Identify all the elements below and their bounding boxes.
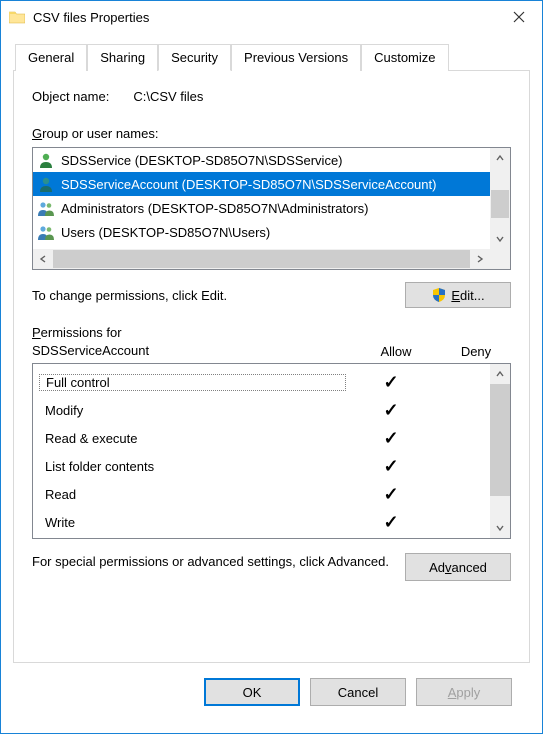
user-icon [37, 151, 55, 169]
permission-name: Write [39, 515, 346, 530]
apply-button: Apply [416, 678, 512, 706]
group-icon [37, 199, 55, 217]
cancel-button[interactable]: Cancel [310, 678, 406, 706]
permission-name: List folder contents [39, 459, 346, 474]
scroll-up-icon[interactable] [490, 364, 510, 384]
scroll-down-icon[interactable] [490, 229, 510, 249]
dialog-body: General Sharing Security Previous Versio… [1, 33, 542, 733]
scroll-up-icon[interactable] [490, 148, 510, 168]
permissions-listbox[interactable]: Full control ✓ Modify ✓ Read & execute ✓ [32, 363, 511, 539]
ok-button[interactable]: OK [204, 678, 300, 706]
tab-security[interactable]: Security [158, 44, 231, 71]
scroll-down-icon[interactable] [490, 518, 510, 538]
user-item-users[interactable]: Users (DESKTOP-SD85O7N\Users) [33, 220, 490, 244]
object-name-label: Object name: [32, 89, 109, 104]
permissions-header: Permissions for SDSServiceAccount Allow … [32, 324, 511, 359]
window-title: CSV files Properties [33, 10, 496, 25]
permission-row-read[interactable]: Read ✓ [39, 480, 484, 508]
allow-checkmark-icon: ✓ [346, 484, 436, 505]
permissions-for-label: Permissions for SDSServiceAccount [32, 324, 351, 359]
user-item-administrators[interactable]: Administrators (DESKTOP-SD85O7N\Administ… [33, 196, 490, 220]
edit-button[interactable]: Edit... [405, 282, 511, 308]
tab-customize[interactable]: Customize [361, 44, 448, 71]
users-vertical-scrollbar[interactable] [490, 148, 510, 249]
advanced-button[interactable]: Advanced [405, 553, 511, 581]
permission-name: Read & execute [39, 431, 346, 446]
edit-hint-row: To change permissions, click Edit. Edit.… [32, 282, 511, 308]
scroll-thumb[interactable] [53, 250, 470, 268]
tab-sharing[interactable]: Sharing [87, 44, 158, 71]
scroll-thumb[interactable] [491, 190, 509, 218]
permission-row-full-control[interactable]: Full control ✓ [39, 368, 484, 396]
user-item-label: Users (DESKTOP-SD85O7N\Users) [61, 225, 270, 240]
folder-icon [9, 10, 25, 24]
object-name-row: Object name: C:\CSV files [32, 89, 511, 104]
uac-shield-icon [431, 287, 447, 303]
tab-previous-versions[interactable]: Previous Versions [231, 44, 361, 71]
user-item-sdsservice[interactable]: SDSService (DESKTOP-SD85O7N\SDSService) [33, 148, 490, 172]
permission-name: Full control [39, 374, 346, 391]
users-listbox-inner: SDSService (DESKTOP-SD85O7N\SDSService) … [33, 148, 490, 249]
scroll-left-icon[interactable] [33, 249, 53, 269]
permission-name: Modify [39, 403, 346, 418]
tab-general[interactable]: General [15, 44, 87, 71]
security-pane: Object name: C:\CSV files Group or user … [13, 70, 530, 663]
permission-row-read-execute[interactable]: Read & execute ✓ [39, 424, 484, 452]
dialog-button-row: OK Cancel Apply [13, 663, 530, 721]
permissions-vertical-scrollbar[interactable] [490, 364, 510, 538]
users-horizontal-scrollbar[interactable] [33, 249, 490, 269]
object-name-value: C:\CSV files [133, 89, 203, 104]
group-icon [37, 223, 55, 241]
permission-row-write[interactable]: Write ✓ [39, 508, 484, 536]
permission-name: Read [39, 487, 346, 502]
properties-dialog: CSV files Properties General Sharing Sec… [0, 0, 543, 734]
user-item-label: Administrators (DESKTOP-SD85O7N\Administ… [61, 201, 369, 216]
close-button[interactable] [496, 1, 542, 33]
titlebar: CSV files Properties [1, 1, 542, 33]
scroll-thumb[interactable] [490, 384, 510, 496]
advanced-hint-row: For special permissions or advanced sett… [32, 553, 511, 581]
allow-checkmark-icon: ✓ [346, 512, 436, 533]
edit-hint-text: To change permissions, click Edit. [32, 288, 405, 303]
permission-row-list-contents[interactable]: List folder contents ✓ [39, 452, 484, 480]
allow-checkmark-icon: ✓ [346, 400, 436, 421]
scroll-right-icon[interactable] [470, 249, 490, 269]
user-item-sdsserviceaccount[interactable]: SDSServiceAccount (DESKTOP-SD85O7N\SDSSe… [33, 172, 490, 196]
groups-label: Group or user names: [32, 126, 511, 141]
tab-strip: General Sharing Security Previous Versio… [13, 44, 530, 71]
allow-checkmark-icon: ✓ [346, 372, 436, 393]
user-item-label: SDSServiceAccount (DESKTOP-SD85O7N\SDSSe… [61, 177, 436, 192]
advanced-hint-text: For special permissions or advanced sett… [32, 553, 393, 581]
scroll-corner [490, 249, 510, 269]
allow-checkmark-icon: ✓ [346, 428, 436, 449]
user-icon [37, 175, 55, 193]
permission-row-modify[interactable]: Modify ✓ [39, 396, 484, 424]
allow-checkmark-icon: ✓ [346, 456, 436, 477]
users-listbox[interactable]: SDSService (DESKTOP-SD85O7N\SDSService) … [32, 147, 511, 270]
user-item-label: SDSService (DESKTOP-SD85O7N\SDSService) [61, 153, 343, 168]
deny-column-header: Deny [441, 344, 511, 359]
allow-column-header: Allow [351, 344, 441, 359]
